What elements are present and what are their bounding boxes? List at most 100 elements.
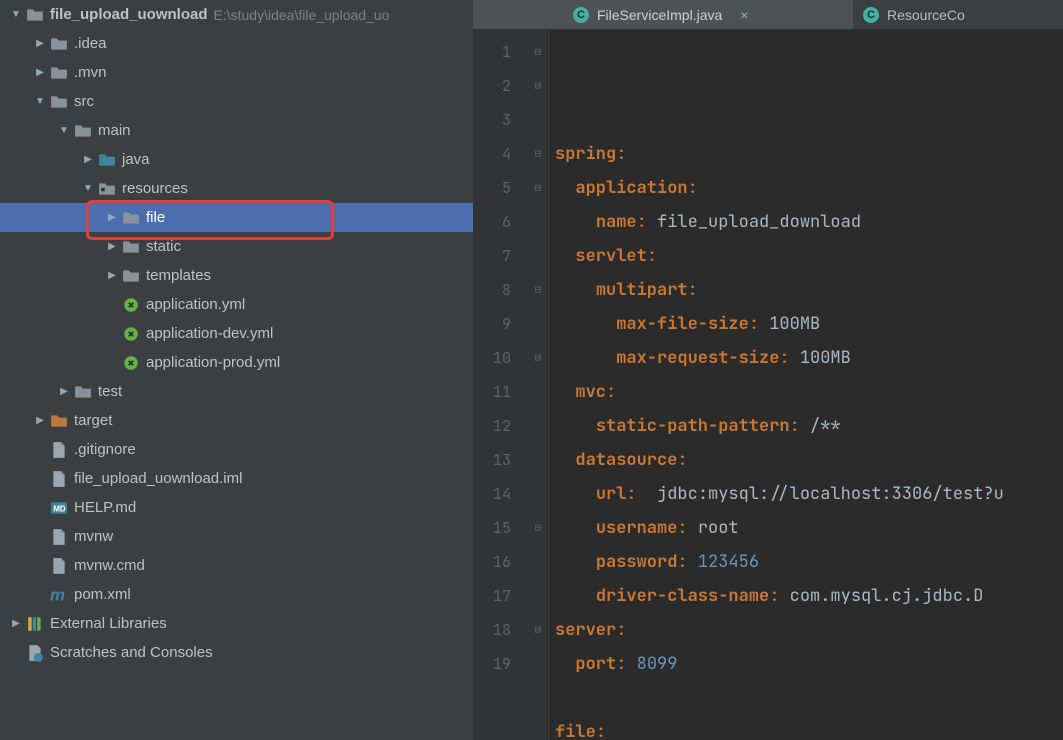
tree-item-label: file_upload_uownload.iml — [74, 470, 242, 487]
tree-item-application-yml[interactable]: application.yml — [0, 290, 473, 319]
code-token: : — [647, 245, 657, 267]
tree-item-application-dev-yml[interactable]: application-dev.yml — [0, 319, 473, 348]
expand-arrow-icon[interactable] — [56, 123, 72, 139]
tree-item-file_upload_uownload-iml[interactable]: file_upload_uownload.iml — [0, 464, 473, 493]
expand-arrow-icon[interactable] — [32, 65, 48, 81]
tree-item-main[interactable]: main — [0, 116, 473, 145]
line-number: 6 — [473, 205, 511, 239]
tree-item-test[interactable]: test — [0, 377, 473, 406]
code-token: 123456 — [698, 551, 759, 573]
code-line[interactable]: spring: — [555, 137, 1063, 171]
editor-tab-label: ResourceCo — [887, 7, 965, 23]
close-icon[interactable]: × — [740, 7, 748, 23]
expand-arrow-icon[interactable] — [8, 7, 24, 23]
tree-item-label: target — [74, 412, 112, 429]
tree-item-src[interactable]: src — [0, 87, 473, 116]
tree-item-file_upload_uownload[interactable]: file_upload_uownloadE:\study\idea\file_u… — [0, 0, 473, 29]
folder-gray-icon — [50, 64, 68, 82]
code-line[interactable]: max-request-size: 100MB — [555, 341, 1063, 375]
code-token: : — [606, 381, 616, 403]
code-token — [555, 415, 596, 437]
code-line[interactable]: application: — [555, 171, 1063, 205]
code-line[interactable]: multipart: — [555, 273, 1063, 307]
line-number: 5 — [473, 171, 511, 205]
yml-icon — [122, 354, 140, 372]
fold-marker-icon[interactable]: ⊟ — [529, 35, 547, 69]
tree-item-label: mvnw — [74, 528, 113, 545]
tree-item-help-md[interactable]: HELP.md — [0, 493, 473, 522]
tree-item-application-prod-yml[interactable]: application-prod.yml — [0, 348, 473, 377]
fold-marker-icon[interactable]: ⊟ — [529, 341, 547, 375]
code-token: 100MB — [800, 347, 851, 369]
line-number: 17 — [473, 579, 511, 613]
expand-arrow-icon[interactable] — [104, 239, 120, 255]
code-line[interactable]: name: file_upload_download — [555, 205, 1063, 239]
code-token: : — [616, 143, 626, 165]
code-line[interactable]: port: 8099 — [555, 647, 1063, 681]
tree-item-label: static — [146, 238, 181, 255]
code-line[interactable] — [555, 681, 1063, 715]
fold-marker-icon — [529, 647, 547, 681]
folder-gray-icon — [26, 6, 44, 24]
fold-marker-icon[interactable]: ⊟ — [529, 137, 547, 171]
expand-arrow-icon[interactable] — [104, 210, 120, 226]
tree-item--idea[interactable]: .idea — [0, 29, 473, 58]
expand-arrow-icon[interactable] — [32, 413, 48, 429]
editor-body[interactable]: 12345678910111213141516171819 ⊟⊟⊟⊟⊟⊟⊟⊟ s… — [473, 30, 1063, 740]
tree-item-scratches-and-consoles[interactable]: Scratches and Consoles — [0, 638, 473, 667]
code-token — [555, 177, 575, 199]
fold-marker-icon[interactable]: ⊟ — [529, 69, 547, 103]
code-line[interactable]: driver-class-name: com.mysql.cj.jdbc.D — [555, 579, 1063, 613]
tree-item-templates[interactable]: templates — [0, 261, 473, 290]
line-number: 18 — [473, 613, 511, 647]
editor-tab[interactable]: CFileServiceImpl.java× — [473, 0, 853, 29]
fold-marker-icon[interactable]: ⊟ — [529, 613, 547, 647]
expand-arrow-icon[interactable] — [80, 181, 96, 197]
fold-gutter[interactable]: ⊟⊟⊟⊟⊟⊟⊟⊟ — [529, 30, 547, 740]
code-line[interactable]: max-file-size: 100MB — [555, 307, 1063, 341]
code-line[interactable]: datasource: — [555, 443, 1063, 477]
fold-marker-icon[interactable]: ⊟ — [529, 511, 547, 545]
folder-gray-icon — [74, 383, 92, 401]
tree-item-mvnw-cmd[interactable]: mvnw.cmd — [0, 551, 473, 580]
code-line[interactable]: username: root — [555, 511, 1063, 545]
tree-item--gitignore[interactable]: .gitignore — [0, 435, 473, 464]
fold-marker-icon[interactable]: ⊟ — [529, 273, 547, 307]
tree-item-external-libraries[interactable]: External Libraries — [0, 609, 473, 638]
tree-item-pom-xml[interactable]: pom.xml — [0, 580, 473, 609]
tree-item-mvnw[interactable]: mvnw — [0, 522, 473, 551]
code-line[interactable]: servlet: — [555, 239, 1063, 273]
line-number: 2 — [473, 69, 511, 103]
tree-item-label: templates — [146, 267, 211, 284]
fold-marker-icon — [529, 375, 547, 409]
code-area[interactable]: spring: application: name: file_upload_d… — [547, 30, 1063, 740]
fold-marker-icon — [529, 239, 547, 273]
code-line[interactable]: file: — [555, 715, 1063, 740]
tree-item--mvn[interactable]: .mvn — [0, 58, 473, 87]
project-root-path: E:\study\idea\file_upload_uo — [214, 7, 390, 23]
line-number: 15 — [473, 511, 511, 545]
expand-arrow-icon[interactable] — [8, 616, 24, 632]
expand-arrow-icon[interactable] — [80, 152, 96, 168]
code-token — [555, 483, 596, 505]
code-line[interactable]: mvc: — [555, 375, 1063, 409]
tree-item-target[interactable]: target — [0, 406, 473, 435]
tree-item-java[interactable]: java — [0, 145, 473, 174]
expand-arrow-icon[interactable] — [104, 268, 120, 284]
code-token — [555, 381, 575, 403]
fold-marker-icon[interactable]: ⊟ — [529, 171, 547, 205]
code-token: jdbc:mysql://localhost:3306/test?u — [647, 483, 1004, 505]
code-line[interactable]: url: jdbc:mysql://localhost:3306/test?u — [555, 477, 1063, 511]
expand-arrow-icon[interactable] — [32, 94, 48, 110]
code-line[interactable]: server: — [555, 613, 1063, 647]
expand-arrow-icon[interactable] — [32, 36, 48, 52]
tree-item-static[interactable]: static — [0, 232, 473, 261]
code-line[interactable]: static-path-pattern: /** — [555, 409, 1063, 443]
tree-item-resources[interactable]: resources — [0, 174, 473, 203]
code-token: : — [749, 313, 769, 335]
code-token: : — [677, 449, 687, 471]
editor-tab[interactable]: CResourceCo — [853, 0, 979, 29]
expand-arrow-icon[interactable] — [56, 384, 72, 400]
tree-item-file[interactable]: file — [0, 203, 473, 232]
code-line[interactable]: password: 123456 — [555, 545, 1063, 579]
